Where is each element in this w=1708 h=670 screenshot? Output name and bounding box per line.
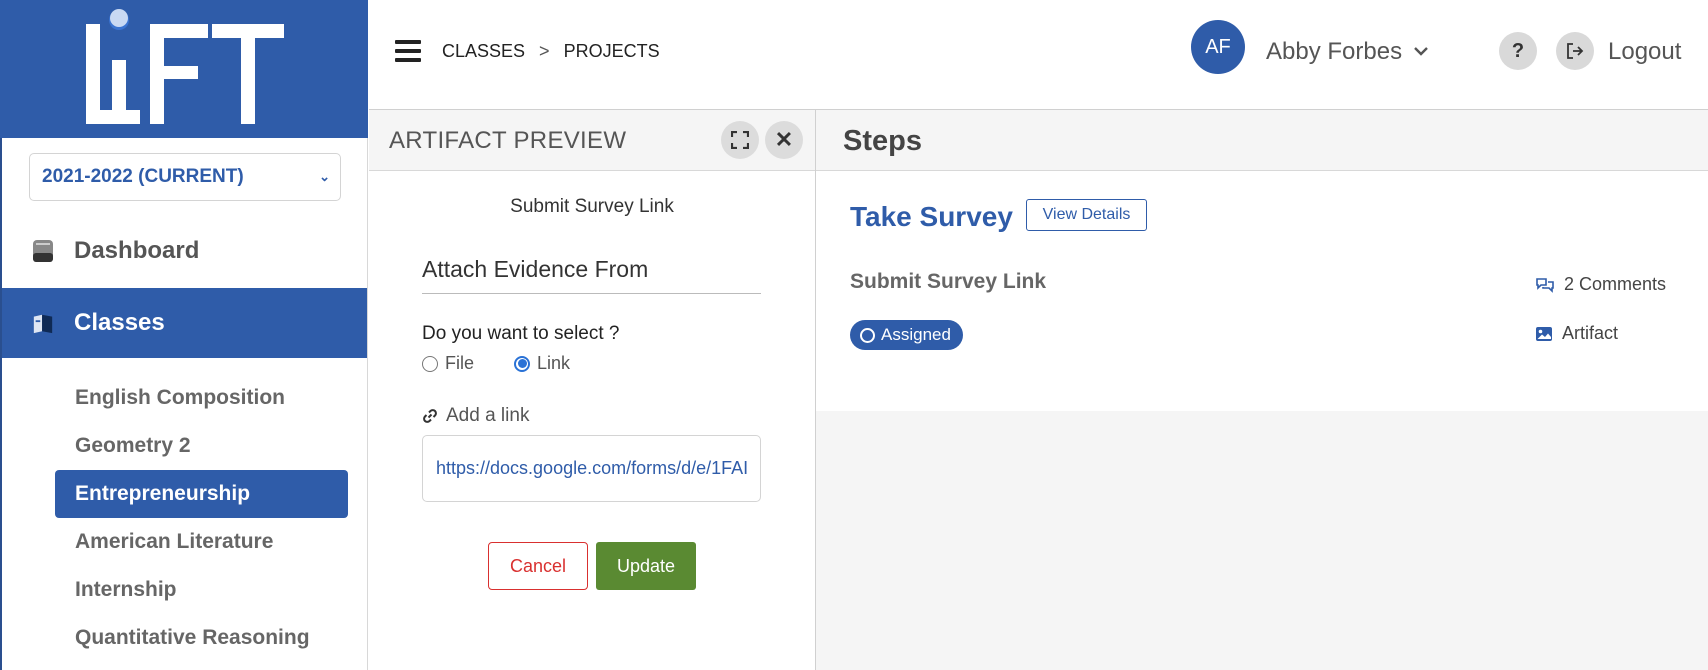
radio-file-label: File	[445, 353, 475, 373]
artifact-preview-title: ARTIFACT PREVIEW	[389, 127, 627, 154]
user-name[interactable]: Abby Forbes	[1266, 38, 1402, 66]
breadcrumb-classes[interactable]: CLASSES	[442, 41, 525, 62]
radio-file[interactable]	[422, 355, 438, 372]
class-item-internship[interactable]: Internship	[55, 566, 348, 614]
breadcrumb: CLASSES > PROJECTS	[442, 41, 660, 62]
steps-title: Steps	[843, 125, 922, 157]
logout-icon[interactable]	[1556, 32, 1594, 70]
form-subtitle: Submit Survey Link	[510, 196, 674, 217]
top-header: CLASSES > PROJECTS AF Abby Forbes ? Logo…	[369, 0, 1708, 110]
steps-panel: Steps Take Survey View Details Submit Su…	[816, 110, 1708, 670]
sidebar: 2021-2022 (CURRENT) ⌄ Dashboard Classes …	[0, 0, 368, 670]
chevron-down-icon: ⌄	[319, 169, 330, 184]
attach-evidence-title: Attach Evidence From	[422, 256, 761, 294]
chevron-down-icon[interactable]	[1412, 42, 1430, 60]
avatar[interactable]: AF	[1191, 20, 1245, 74]
radio-option-file[interactable]: File	[422, 353, 474, 374]
comments-link[interactable]: 2 Comments	[1535, 274, 1666, 295]
add-link-text: Add a link	[446, 405, 530, 426]
step-name[interactable]: Take Survey	[850, 201, 1013, 233]
nav-classes[interactable]: Classes	[2, 288, 367, 358]
year-select[interactable]: 2021-2022 (CURRENT) ⌄	[29, 153, 341, 201]
add-link-label: Add a link	[422, 405, 529, 427]
comments-label: 2 Comments	[1564, 274, 1667, 294]
class-item-entrepreneurship[interactable]: Entrepreneurship	[55, 470, 348, 518]
dashboard-icon	[33, 240, 53, 262]
class-item-geometry-2[interactable]: Geometry 2	[55, 422, 348, 470]
class-item-american-literature[interactable]: American Literature	[55, 518, 348, 566]
artifact-label: Artifact	[1562, 323, 1619, 343]
radio-link[interactable]	[514, 355, 531, 372]
update-button[interactable]: Update	[596, 542, 696, 590]
status-badge-label: Assigned	[881, 325, 951, 344]
class-item-english-composition[interactable]: English Composition	[55, 374, 348, 422]
step-task: Submit Survey Link	[850, 270, 1047, 293]
link-url-input[interactable]	[422, 435, 761, 502]
help-button[interactable]: ?	[1499, 32, 1537, 70]
view-details-button[interactable]: View Details	[1026, 199, 1147, 231]
radio-option-link[interactable]: Link	[514, 353, 570, 374]
class-item-quantitative-reasoning[interactable]: Quantitative Reasoning	[55, 614, 348, 662]
radio-link-label: Link	[537, 353, 571, 373]
nav-dashboard-label: Dashboard	[74, 237, 200, 264]
hamburger-menu-icon[interactable]	[395, 40, 421, 62]
artifact-preview-header: ARTIFACT PREVIEW ✕	[369, 110, 815, 171]
artifact-link[interactable]: Artifact	[1535, 323, 1618, 344]
logout-button[interactable]: Logout	[1608, 38, 1681, 66]
select-question: Do you want to select ?	[422, 323, 620, 344]
year-select-value: 2021-2022 (CURRENT)	[42, 166, 244, 187]
book-icon	[33, 314, 53, 334]
cancel-button[interactable]: Cancel	[488, 542, 588, 590]
breadcrumb-projects[interactable]: PROJECTS	[564, 41, 660, 62]
step-card: Take Survey View Details Submit Survey L…	[816, 171, 1708, 411]
logo[interactable]	[0, 0, 368, 138]
steps-header: Steps	[816, 110, 1708, 171]
comments-icon	[1536, 277, 1554, 293]
status-badge: Assigned	[850, 320, 963, 350]
circle-icon	[860, 327, 875, 343]
nav-dashboard[interactable]: Dashboard	[2, 216, 367, 286]
image-icon	[1536, 326, 1552, 341]
expand-icon[interactable]	[721, 121, 759, 159]
close-icon[interactable]: ✕	[765, 121, 803, 159]
artifact-preview-panel: ARTIFACT PREVIEW ✕ Submit Survey Link At…	[369, 110, 816, 670]
breadcrumb-separator: >	[539, 41, 550, 61]
evidence-type-radio-group: File Link	[422, 353, 610, 374]
lift-logo-icon	[86, 9, 284, 124]
link-icon	[423, 409, 437, 423]
nav-classes-label: Classes	[74, 309, 165, 336]
